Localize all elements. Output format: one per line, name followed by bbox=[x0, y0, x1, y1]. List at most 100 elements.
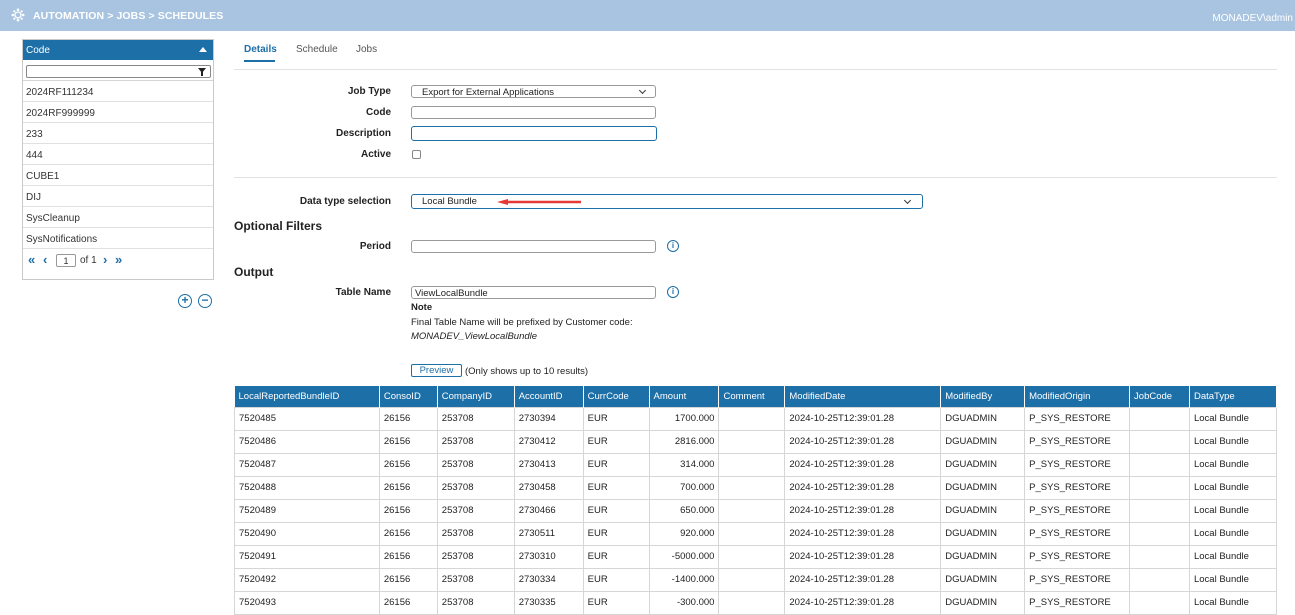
active-checkbox[interactable] bbox=[412, 150, 421, 159]
list-item[interactable]: 2024RF999999 bbox=[23, 102, 213, 123]
preview-table: LocalReportedBundleID ConsoID CompanyID … bbox=[234, 386, 1278, 615]
column-header[interactable]: ModifiedDate bbox=[784, 386, 942, 407]
column-header[interactable]: Amount bbox=[649, 386, 720, 407]
last-page-icon[interactable]: » bbox=[115, 253, 122, 266]
column-header[interactable]: ModifiedBy bbox=[940, 386, 1026, 407]
table-cell: 7520485 bbox=[234, 406, 380, 431]
table-cell: 26156 bbox=[378, 452, 438, 477]
table-row[interactable]: 7520491 26156 253708 2730310 EUR -5000.000 202… bbox=[234, 544, 1278, 569]
table-cell: Local Bundle bbox=[1188, 590, 1278, 615]
table-cell: EUR bbox=[582, 544, 650, 569]
table-cell bbox=[1129, 406, 1190, 431]
table-cell: 7520490 bbox=[234, 521, 380, 546]
gear-cluster-icon[interactable] bbox=[11, 8, 25, 22]
list-item[interactable]: SysNotifications bbox=[23, 228, 213, 249]
list-item[interactable]: 2024RF111234 bbox=[23, 81, 213, 102]
output-heading: Output bbox=[234, 265, 274, 279]
tab-jobs[interactable]: Jobs bbox=[356, 44, 377, 55]
column-header[interactable]: JobCode bbox=[1129, 386, 1190, 407]
preview-button[interactable]: Preview bbox=[411, 364, 462, 377]
table-cell: 253708 bbox=[436, 475, 515, 500]
table-cell: 253708 bbox=[436, 544, 515, 569]
description-label: Description bbox=[335, 128, 391, 139]
table-cell: 2730335 bbox=[513, 590, 584, 615]
table-cell: P_SYS_RESTORE bbox=[1024, 406, 1131, 431]
table-cell: 2024-10-25T12:39:01.28 bbox=[784, 452, 942, 477]
job-type-select[interactable]: Export for External Applications bbox=[411, 85, 656, 98]
list-item[interactable]: DIJ bbox=[23, 186, 213, 207]
table-name-label: Table Name bbox=[335, 287, 391, 298]
column-header[interactable]: CompanyID bbox=[437, 386, 515, 407]
tab-schedule[interactable]: Schedule bbox=[296, 44, 338, 55]
column-header[interactable]: Comment bbox=[718, 386, 786, 407]
table-cell bbox=[718, 452, 786, 477]
table-row[interactable]: 7520490 26156 253708 2730511 EUR 920.000 2024-… bbox=[234, 521, 1278, 546]
code-column-header-label: Code bbox=[26, 45, 50, 56]
table-cell: P_SYS_RESTORE bbox=[1024, 475, 1131, 500]
table-cell: -300.000 bbox=[648, 590, 720, 615]
column-header[interactable]: LocalReportedBundleID bbox=[234, 386, 380, 407]
table-cell: DGUADMIN bbox=[940, 567, 1026, 592]
code-filter-input[interactable] bbox=[26, 65, 211, 78]
tab-details[interactable]: Details bbox=[244, 44, 277, 55]
table-cell: P_SYS_RESTORE bbox=[1024, 567, 1131, 592]
table-cell: EUR bbox=[582, 429, 650, 454]
breadcrumb[interactable]: AUTOMATION > JOBS > SCHEDULES bbox=[33, 10, 223, 22]
code-filter-row bbox=[23, 60, 213, 81]
list-item[interactable]: CUBE1 bbox=[23, 165, 213, 186]
table-cell: Local Bundle bbox=[1188, 429, 1278, 454]
table-cell: DGUADMIN bbox=[940, 521, 1026, 546]
table-row[interactable]: 7520492 26156 253708 2730334 EUR -1400.000 202… bbox=[234, 567, 1278, 592]
table-cell: 253708 bbox=[436, 498, 515, 523]
description-input[interactable] bbox=[411, 126, 657, 141]
table-cell: EUR bbox=[582, 567, 650, 592]
table-cell: EUR bbox=[582, 498, 650, 523]
page-of-text: of bbox=[80, 255, 89, 266]
data-type-select[interactable]: Local Bundle bbox=[411, 194, 923, 209]
table-row[interactable]: 7520489 26156 253708 2730466 EUR 650.000 2024-… bbox=[234, 498, 1278, 523]
previous-page-icon[interactable]: ‹ bbox=[43, 253, 47, 266]
info-icon[interactable]: i bbox=[667, 240, 679, 252]
table-cell bbox=[1129, 567, 1190, 592]
table-cell bbox=[1129, 590, 1190, 615]
column-header[interactable]: ConsoID bbox=[379, 386, 438, 407]
user-name[interactable]: MONADEV\admin bbox=[1212, 13, 1293, 24]
list-item[interactable]: 444 bbox=[23, 144, 213, 165]
table-row[interactable]: 7520493 26156 253708 2730335 EUR -300.000 2024… bbox=[234, 590, 1278, 615]
table-row[interactable]: 7520487 26156 253708 2730413 EUR 314.000 2024-… bbox=[234, 452, 1278, 477]
table-name-input[interactable]: ViewLocalBundle bbox=[411, 286, 656, 299]
code-input[interactable] bbox=[411, 106, 656, 119]
column-header[interactable]: CurrCode bbox=[583, 386, 650, 407]
info-icon[interactable]: i bbox=[667, 286, 679, 298]
next-page-icon[interactable]: › bbox=[103, 253, 107, 266]
table-cell: -5000.000 bbox=[648, 544, 720, 569]
table-header-row: LocalReportedBundleID ConsoID CompanyID … bbox=[234, 386, 1278, 407]
table-cell: Local Bundle bbox=[1188, 521, 1278, 546]
sort-ascending-icon[interactable] bbox=[199, 47, 207, 52]
table-cell: 2024-10-25T12:39:01.28 bbox=[784, 544, 942, 569]
code-column-header[interactable]: Code bbox=[23, 40, 213, 60]
table-cell: DGUADMIN bbox=[940, 452, 1026, 477]
first-page-icon[interactable]: « bbox=[28, 253, 35, 266]
column-header[interactable]: DataType bbox=[1189, 386, 1278, 407]
list-item[interactable]: 233 bbox=[23, 123, 213, 144]
period-input[interactable] bbox=[411, 240, 656, 253]
table-cell: 253708 bbox=[436, 567, 515, 592]
divider bbox=[234, 177, 1277, 178]
page-of-label: of 1 bbox=[80, 255, 97, 266]
remove-icon[interactable]: − bbox=[198, 294, 212, 308]
table-cell: 7520486 bbox=[234, 429, 380, 454]
list-item[interactable]: SysCleanup bbox=[23, 207, 213, 228]
table-row[interactable]: 7520486 26156 253708 2730412 EUR 2816.000 2024… bbox=[234, 429, 1278, 454]
add-icon[interactable]: + bbox=[178, 294, 192, 308]
table-cell: 2024-10-25T12:39:01.28 bbox=[784, 567, 942, 592]
table-cell: 2024-10-25T12:39:01.28 bbox=[784, 498, 942, 523]
table-row[interactable]: 7520488 26156 253708 2730458 EUR 700.000 2024-… bbox=[234, 475, 1278, 500]
table-row[interactable]: 7520485 26156 253708 2730394 EUR 1700.000 2024… bbox=[234, 406, 1278, 431]
page-number-input[interactable]: 1 bbox=[56, 254, 76, 267]
table-cell: DGUADMIN bbox=[940, 406, 1026, 431]
column-header[interactable]: ModifiedOrigin bbox=[1024, 386, 1131, 407]
filter-icon[interactable] bbox=[198, 68, 206, 76]
column-header[interactable]: AccountID bbox=[514, 386, 584, 407]
table-cell: 2024-10-25T12:39:01.28 bbox=[784, 590, 942, 615]
